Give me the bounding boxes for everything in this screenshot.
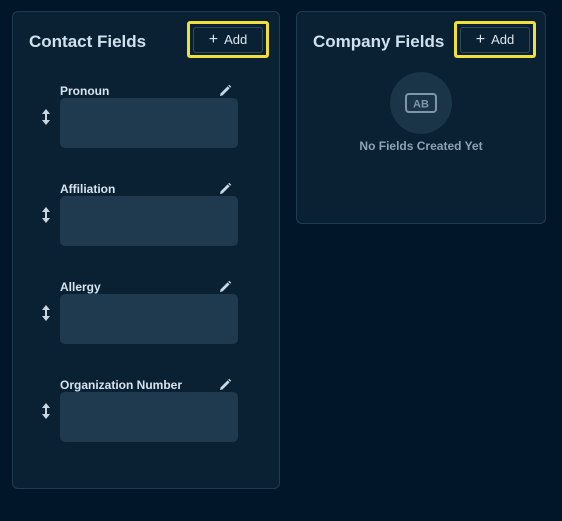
add-contact-field-label: Add (224, 32, 248, 47)
empty-state-text: No Fields Created Yet (359, 139, 483, 153)
drag-vertical-icon[interactable] (39, 206, 53, 224)
add-company-field-label: Add (491, 32, 515, 47)
empty-state-icon-container: AB (390, 72, 452, 134)
pronoun-input[interactable] (60, 98, 238, 148)
contact-field-allergy: Allergy (13, 280, 281, 360)
pencil-icon[interactable] (217, 83, 233, 99)
contact-field-organization-number: Organization Number (13, 378, 281, 458)
allergy-input[interactable] (60, 294, 238, 344)
company-fields-panel: Company Fields + Add AB No Fields Create… (296, 11, 546, 224)
add-company-field-button[interactable]: + Add (454, 21, 536, 58)
affiliation-input[interactable] (60, 196, 238, 246)
drag-vertical-icon[interactable] (39, 304, 53, 322)
plus-icon: + (208, 30, 219, 48)
pencil-icon[interactable] (217, 279, 233, 295)
company-fields-title: Company Fields (313, 32, 445, 51)
contact-fields-title: Contact Fields (29, 32, 147, 51)
empty-icon-text: AB (413, 99, 429, 111)
pencil-icon[interactable] (217, 377, 233, 393)
field-label: Organization Number (60, 378, 183, 392)
drag-vertical-icon[interactable] (39, 108, 53, 126)
contact-fields-panel: Contact Fields + Add Pronoun Affiliation (12, 11, 280, 489)
add-contact-field-button[interactable]: + Add (187, 21, 269, 58)
organization-number-input[interactable] (60, 392, 238, 442)
drag-vertical-icon[interactable] (39, 402, 53, 420)
field-label: Allergy (60, 280, 101, 294)
field-label: Pronoun (60, 84, 110, 98)
pencil-icon[interactable] (217, 181, 233, 197)
field-label: Affiliation (60, 182, 116, 196)
contact-field-affiliation: Affiliation (13, 182, 281, 262)
contact-field-pronoun: Pronoun (13, 84, 281, 164)
text-field-icon: AB (405, 93, 437, 113)
plus-icon: + (475, 30, 486, 48)
